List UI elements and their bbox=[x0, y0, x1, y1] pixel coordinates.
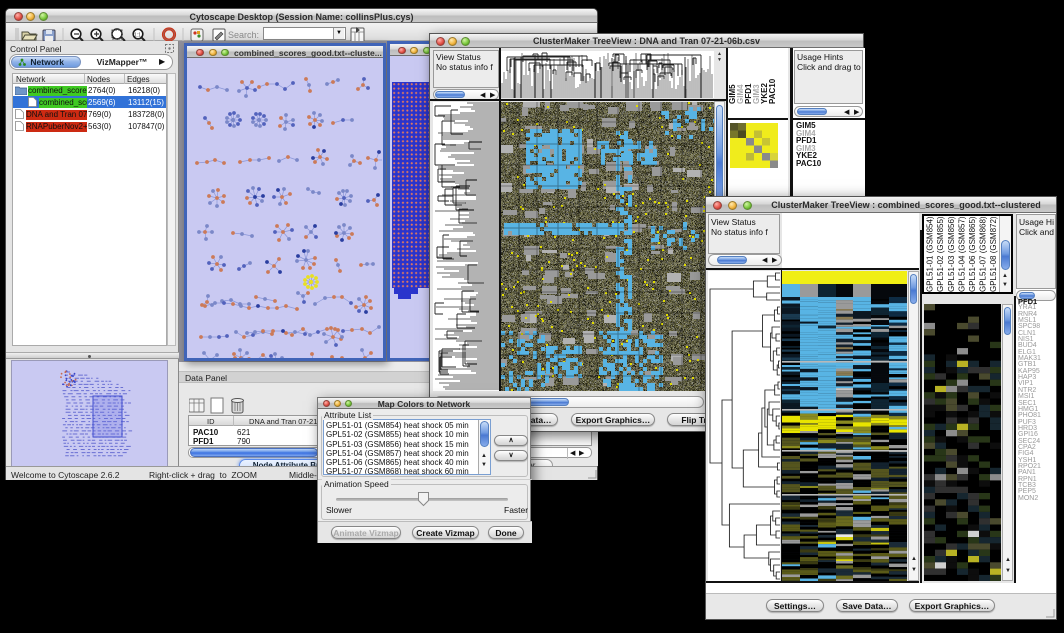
svg-text:GPL51-08 (GSM872): GPL51-08 (GSM872) bbox=[989, 216, 998, 292]
svg-text:GPL51-07 (GSM868): GPL51-07 (GSM868) bbox=[979, 216, 988, 292]
svg-text:1:1: 1:1 bbox=[134, 33, 141, 39]
svg-text:GPL51-03 (GSM856): GPL51-03 (GSM856) bbox=[947, 216, 956, 292]
svg-text:GPL51-04 (GSM857): GPL51-04 (GSM857) bbox=[957, 216, 966, 292]
svg-text:PAC10: PAC10 bbox=[768, 78, 777, 104]
svg-text:GPL51-02 (GSM855): GPL51-02 (GSM855) bbox=[936, 216, 945, 292]
svg-text:GPL51-01 (GSM854): GPL51-01 (GSM854) bbox=[926, 216, 935, 292]
svg-text:GPL51-06 (GSM865): GPL51-06 (GSM865) bbox=[968, 216, 977, 292]
